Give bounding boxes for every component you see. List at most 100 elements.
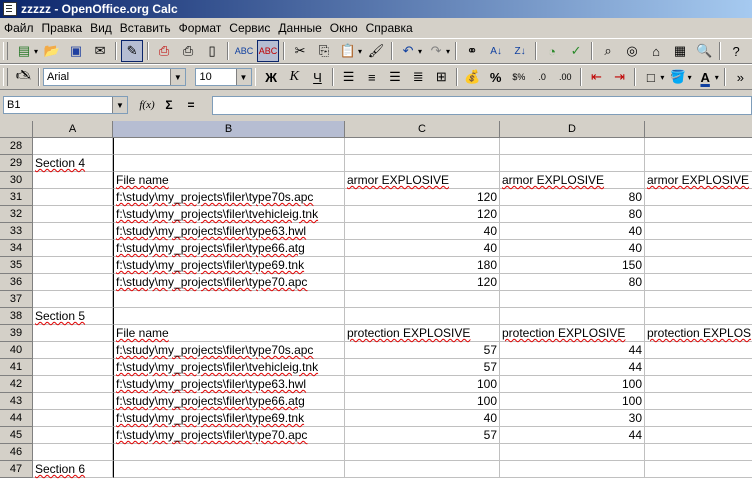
cell-a[interactable]: Section 4 (33, 155, 113, 172)
standard-format-icon[interactable]: $% (508, 66, 529, 88)
menu-file[interactable]: Файл (0, 21, 38, 35)
row-header[interactable]: 30 (0, 172, 33, 189)
cell-c[interactable]: 57 (345, 427, 500, 444)
cell-e[interactable] (645, 206, 752, 223)
autospellcheck-icon[interactable]: ABC (257, 40, 280, 62)
cell-b[interactable] (113, 138, 345, 155)
sort-ascending-icon[interactable]: A↓ (485, 40, 507, 62)
cut-icon[interactable]: ✂ (289, 40, 311, 62)
cell-c[interactable] (345, 308, 500, 325)
page-preview-icon[interactable]: ▯ (201, 40, 223, 62)
cell-a[interactable] (33, 410, 113, 427)
cell-e[interactable] (645, 223, 752, 240)
redo-dropdown-icon[interactable]: ▾ (446, 47, 450, 56)
cell-b[interactable]: f:\study\my_projects\filer\type70.apc (113, 427, 345, 444)
open-folder-icon[interactable]: 📂 (41, 40, 63, 62)
font-name-combo[interactable]: Arial ▼ (43, 68, 186, 86)
cell-c[interactable] (345, 138, 500, 155)
row-header[interactable]: 42 (0, 376, 33, 393)
menu-tools[interactable]: Сервис (225, 21, 274, 35)
cell-a[interactable] (33, 138, 113, 155)
function-wizard-button[interactable]: f(x) (136, 99, 158, 111)
cell-e[interactable]: protection EXPLOS (645, 325, 752, 342)
cell-a[interactable] (33, 172, 113, 189)
cell-a[interactable]: Section 6 (33, 461, 113, 478)
cell-a[interactable] (33, 206, 113, 223)
cell-d[interactable]: 44 (500, 359, 645, 376)
cell-d[interactable] (500, 155, 645, 172)
new-dropdown-icon[interactable]: ▾ (34, 47, 38, 56)
paste-icon[interactable]: 📋 (337, 40, 359, 62)
cell-a[interactable] (33, 427, 113, 444)
underline-button[interactable]: Ч (307, 66, 328, 88)
cell-c[interactable]: 180 (345, 257, 500, 274)
help-icon[interactable]: ? (725, 40, 747, 62)
spreadsheet-grid[interactable]: A B C D 28 29 Section 4 30 File name armor EX… (0, 121, 752, 482)
draw-functions-icon[interactable]: ✓ (565, 40, 587, 62)
cell-d[interactable]: 40 (500, 223, 645, 240)
undo-icon[interactable]: ↶ (397, 40, 419, 62)
menu-edit[interactable]: Правка (38, 21, 87, 35)
find-replace-icon[interactable]: ⌕ (597, 40, 619, 62)
paste-dropdown-icon[interactable]: ▾ (358, 47, 362, 56)
cell-a[interactable] (33, 223, 113, 240)
cell-a[interactable] (33, 393, 113, 410)
format-paintbrush-icon[interactable]: 🖌 (365, 40, 387, 62)
cell-c[interactable] (345, 444, 500, 461)
cell-d[interactable]: 44 (500, 427, 645, 444)
cell-e[interactable] (645, 257, 752, 274)
cell-e[interactable] (645, 138, 752, 155)
cell-c[interactable]: 40 (345, 223, 500, 240)
chevron-down-icon[interactable]: ▼ (169, 69, 185, 85)
cell-a[interactable] (33, 240, 113, 257)
font-size-combo[interactable]: 10 ▼ (195, 68, 252, 86)
cell-e[interactable] (645, 240, 752, 257)
cell-d[interactable] (500, 138, 645, 155)
redo-icon[interactable]: ↷ (425, 40, 447, 62)
cell-a[interactable] (33, 291, 113, 308)
chevron-down-icon[interactable]: ▼ (235, 69, 251, 85)
align-left-icon[interactable]: ☰ (338, 66, 359, 88)
bold-button[interactable]: Ж (260, 66, 281, 88)
cell-b[interactable] (113, 291, 345, 308)
cell-b[interactable]: f:\study\my_projects\filer\type66.atg (113, 393, 345, 410)
percent-format-icon[interactable]: % (485, 66, 506, 88)
cell-d[interactable]: 40 (500, 240, 645, 257)
cell-d[interactable] (500, 444, 645, 461)
cell-a[interactable] (33, 189, 113, 206)
toolbar-grip[interactable] (3, 42, 8, 60)
add-decimal-icon[interactable]: .0 (531, 66, 552, 88)
row-header[interactable]: 32 (0, 206, 33, 223)
cell-b[interactable]: f:\study\my_projects\filer\type63.hwl (113, 376, 345, 393)
cell-b[interactable]: f:\study\my_projects\filer\type69.tnk (113, 257, 345, 274)
cell-b[interactable] (113, 308, 345, 325)
column-header-c[interactable]: C (345, 121, 500, 138)
chart-icon[interactable]: ◔ (541, 40, 563, 62)
cell-d[interactable]: 80 (500, 189, 645, 206)
cell-c[interactable]: 40 (345, 240, 500, 257)
cell-e[interactable] (645, 410, 752, 427)
menu-insert[interactable]: Вставить (116, 21, 175, 35)
cell-b[interactable] (113, 461, 345, 478)
cell-d[interactable]: 150 (500, 257, 645, 274)
cell-c[interactable] (345, 291, 500, 308)
edit-file-icon[interactable]: ✎ (121, 40, 144, 62)
cell-e[interactable] (645, 427, 752, 444)
undo-dropdown-icon[interactable]: ▾ (418, 47, 422, 56)
menu-view[interactable]: Вид (86, 21, 116, 35)
cell-a[interactable] (33, 342, 113, 359)
new-document-icon[interactable]: ▤ (13, 40, 35, 62)
cell-b[interactable]: File name (113, 172, 345, 189)
cell-b[interactable]: f:\study\my_projects\filer\tvehicleig.tn… (113, 206, 345, 223)
justify-icon[interactable]: ≣ (408, 66, 429, 88)
cell-c[interactable]: 120 (345, 206, 500, 223)
row-header[interactable]: 35 (0, 257, 33, 274)
row-header[interactable]: 28 (0, 138, 33, 155)
cell-c[interactable]: 57 (345, 342, 500, 359)
row-header[interactable]: 36 (0, 274, 33, 291)
cell-c[interactable]: 100 (345, 376, 500, 393)
column-header-a[interactable]: A (33, 121, 113, 138)
background-dropdown-icon[interactable]: ▾ (688, 73, 692, 82)
menu-window[interactable]: Окно (326, 21, 362, 35)
cell-b[interactable]: f:\study\my_projects\filer\type66.atg (113, 240, 345, 257)
